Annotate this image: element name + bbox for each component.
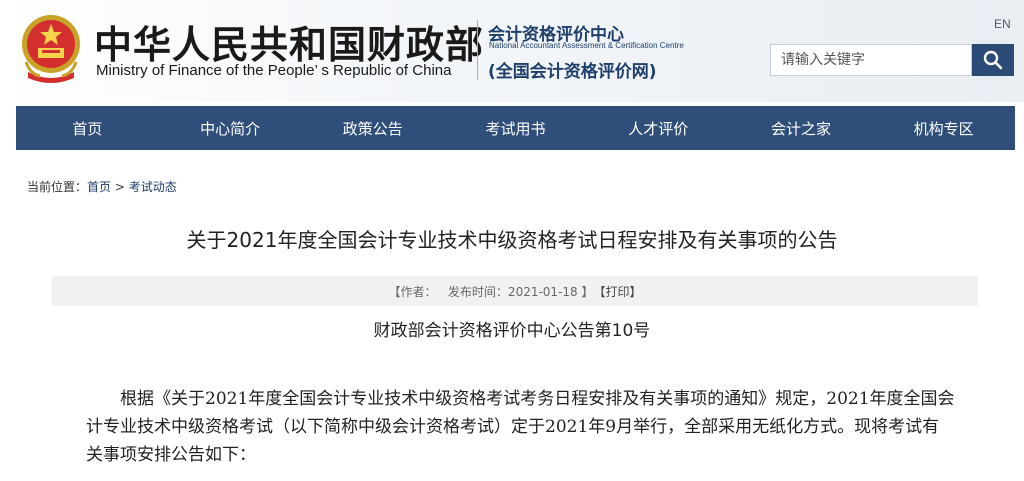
nav-item-institutions[interactable]: 机构专区 bbox=[872, 106, 1015, 150]
nav-item-accountant-home[interactable]: 会计之家 bbox=[730, 106, 873, 150]
main-nav: 首页 中心简介 政策公告 考试用书 人才评价 会计之家 机构专区 bbox=[16, 106, 1015, 150]
breadcrumb-separator: > bbox=[111, 180, 129, 194]
article-paragraph: 根据《关于2021年度全国会计专业技术中级资格考试考务日程安排及有关事项的通知》… bbox=[86, 389, 955, 465]
print-link[interactable]: 【打印】 bbox=[593, 283, 641, 300]
nav-item-talent[interactable]: 人才评价 bbox=[587, 106, 730, 150]
nav-item-about[interactable]: 中心简介 bbox=[159, 106, 302, 150]
nav-item-policy[interactable]: 政策公告 bbox=[301, 106, 444, 150]
article-meta-bar: 【作者： 发布时间：2021-01-18 】 【打印】 bbox=[52, 276, 978, 306]
centre-network-name: (全国会计资格评价网) bbox=[488, 62, 657, 82]
header-divider bbox=[477, 20, 478, 80]
national-emblem-icon[interactable] bbox=[20, 12, 82, 84]
search-input[interactable] bbox=[770, 44, 972, 76]
article-title: 关于2021年度全国会计专业技术中级资格考试日程安排及有关事项的公告 bbox=[186, 228, 838, 252]
breadcrumb: 当前位置：首页 > 考试动态 bbox=[27, 178, 177, 195]
search-icon bbox=[983, 50, 1003, 70]
article-meta-info: 【作者： 发布时间：2021-01-18 】 bbox=[388, 284, 594, 299]
language-switch-link[interactable]: EN bbox=[994, 17, 1011, 31]
nav-item-home[interactable]: 首页 bbox=[16, 106, 159, 150]
ministry-name-cn: 中华人民共和国财政部 bbox=[94, 23, 485, 67]
breadcrumb-home-link[interactable]: 首页 bbox=[87, 180, 111, 194]
announcement-number: 财政部会计资格评价中心公告第10号 bbox=[373, 321, 651, 341]
ministry-name-en: Ministry of Finance of the People’ s Rep… bbox=[96, 62, 452, 79]
nav-item-exam-books[interactable]: 考试用书 bbox=[444, 106, 587, 150]
breadcrumb-current-link[interactable]: 考试动态 bbox=[129, 180, 177, 194]
site-header: 中华人民共和国财政部 Ministry of Finance of the Pe… bbox=[0, 0, 1024, 102]
search-button[interactable] bbox=[972, 44, 1014, 76]
breadcrumb-prefix: 当前位置： bbox=[27, 180, 88, 194]
centre-name-en: National Accountant Assessment & Certifi… bbox=[489, 41, 684, 50]
